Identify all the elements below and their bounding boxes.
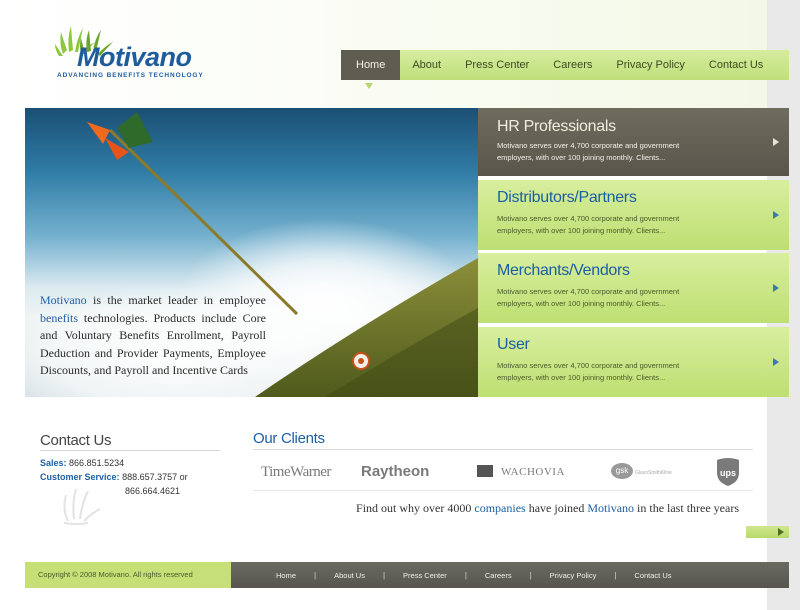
- arrow-right-icon[interactable]: [773, 284, 779, 292]
- footer-link-privacy-policy[interactable]: Privacy Policy: [550, 571, 597, 580]
- panel-description: Motivano serves over 4,700 corporate and…: [497, 141, 680, 162]
- site-logo[interactable]: Motivano ADVANCING BENEFITS TECHNOLOGY: [55, 24, 205, 84]
- arrow-right-icon: [778, 528, 784, 536]
- service-phone-1: 888.657.3757 or: [122, 472, 188, 482]
- divider: [40, 450, 220, 451]
- ups-text: ups: [720, 468, 736, 478]
- ups-shield-icon: ups: [717, 458, 739, 486]
- panel-description: Motivano serves over 4,700 corporate and…: [497, 214, 680, 235]
- arrow-right-icon[interactable]: [773, 358, 779, 366]
- nav-privacy-policy[interactable]: Privacy Policy: [604, 50, 696, 80]
- gsk-mark: gsk: [611, 463, 633, 480]
- clients-section: Our Clients TimeWarner Raytheon WACHOVIA…: [229, 397, 767, 547]
- arrow-right-icon[interactable]: [773, 211, 779, 219]
- hero-benefits-link[interactable]: benefits: [40, 311, 78, 325]
- hero-brand-link[interactable]: Motivano: [40, 293, 87, 307]
- arrow-right-icon[interactable]: [773, 138, 779, 146]
- footer-link-contact-us[interactable]: Contact Us: [634, 571, 671, 580]
- service-phone-2: 866.664.4621: [125, 486, 181, 496]
- panel-hr-professionals[interactable]: HR Professionals Motivano serves over 4,…: [478, 108, 789, 176]
- panel-user[interactable]: User Motivano serves over 4,700 corporat…: [478, 327, 789, 397]
- footer-link-home[interactable]: Home: [276, 571, 296, 580]
- hero-text-part1: is the market leader in employee: [86, 293, 266, 307]
- client-logo-wachovia: WACHOVIA: [477, 455, 565, 489]
- footer-nav: Home | About Us | Press Center | Careers…: [231, 562, 789, 588]
- sales-phone: 866.851.5234: [69, 458, 125, 468]
- client-logo-raytheon: Raytheon: [361, 463, 430, 480]
- wachovia-mark-icon: [477, 465, 493, 478]
- divider: [253, 490, 753, 491]
- footer-separator: |: [614, 570, 617, 580]
- tagline-companies-link[interactable]: companies: [474, 501, 525, 515]
- clients-title: Our Clients: [253, 430, 325, 447]
- sales-label: Sales:: [40, 458, 67, 468]
- nav-home[interactable]: Home: [341, 50, 401, 80]
- panel-title: User: [497, 336, 530, 353]
- service-line: Customer Service: 888.657.3757 or: [40, 472, 188, 482]
- tagline-part3: in the last three years: [634, 501, 739, 515]
- client-logo-timewarner: TimeWarner: [261, 464, 331, 480]
- nav-about[interactable]: About: [400, 50, 453, 80]
- audience-panels: HR Professionals Motivano serves over 4,…: [478, 108, 789, 397]
- footer-separator: |: [314, 570, 317, 580]
- panel-description: Motivano serves over 4,700 corporate and…: [497, 287, 680, 308]
- logo-wordmark: Motivano: [77, 42, 192, 72]
- hero-banner: Motivano is the market leader in employe…: [25, 108, 478, 397]
- tagline-part2: have joined: [525, 501, 588, 515]
- active-nav-indicator: [365, 83, 373, 89]
- panel-title: Distributors/Partners: [497, 189, 637, 206]
- panel-description: Motivano serves over 4,700 corporate and…: [497, 361, 680, 382]
- panel-merchants-vendors[interactable]: Merchants/Vendors Motivano serves over 4…: [478, 253, 789, 323]
- panel-distributors-partners[interactable]: Distributors/Partners Motivano serves ov…: [478, 180, 789, 250]
- divider: [253, 449, 753, 450]
- footer-separator: |: [464, 570, 467, 580]
- tagline-motivano-link[interactable]: Motivano: [587, 501, 634, 515]
- main-nav: Home About Press Center Careers Privacy …: [341, 50, 789, 80]
- service-label: Customer Service:: [40, 472, 120, 482]
- panel-title: Merchants/Vendors: [497, 262, 630, 279]
- nav-contact-us[interactable]: Contact Us: [697, 50, 775, 80]
- footer-link-careers[interactable]: Careers: [485, 571, 512, 580]
- tagline-part1: Find out why over 4000: [356, 501, 475, 515]
- wachovia-text: WACHOVIA: [501, 466, 565, 478]
- clients-tagline: Find out why over 4000 companies have jo…: [356, 501, 739, 516]
- footer-copyright: Copyright © 2008 Motivano. All rights re…: [25, 562, 231, 588]
- page: Motivano ADVANCING BENEFITS TECHNOLOGY H…: [0, 0, 800, 610]
- hero-description: Motivano is the market leader in employe…: [40, 292, 266, 380]
- footer-link-press-center[interactable]: Press Center: [403, 571, 447, 580]
- footer-separator: |: [529, 570, 532, 580]
- nav-press-center[interactable]: Press Center: [453, 50, 541, 80]
- client-logo-row: TimeWarner Raytheon WACHOVIA gsk GlaxoSmi…: [253, 455, 753, 489]
- panel-title: HR Professionals: [497, 118, 616, 135]
- gsk-subtext: GlaxoSmithKline: [635, 470, 672, 476]
- more-clients-button[interactable]: [746, 526, 789, 538]
- logo-tagline: ADVANCING BENEFITS TECHNOLOGY: [57, 72, 204, 79]
- client-logo-gsk: gsk GlaxoSmithKline: [611, 455, 672, 489]
- hand-watermark-icon: [63, 488, 101, 525]
- nav-careers[interactable]: Careers: [541, 50, 604, 80]
- contact-box: Contact Us Sales: 866.851.5234 Customer …: [25, 397, 229, 547]
- client-logo-ups: ups: [715, 457, 741, 491]
- footer-link-about-us[interactable]: About Us: [334, 571, 365, 580]
- footer-separator: |: [382, 570, 386, 580]
- contact-title: Contact Us: [40, 432, 112, 449]
- sales-line: Sales: 866.851.5234: [40, 458, 124, 468]
